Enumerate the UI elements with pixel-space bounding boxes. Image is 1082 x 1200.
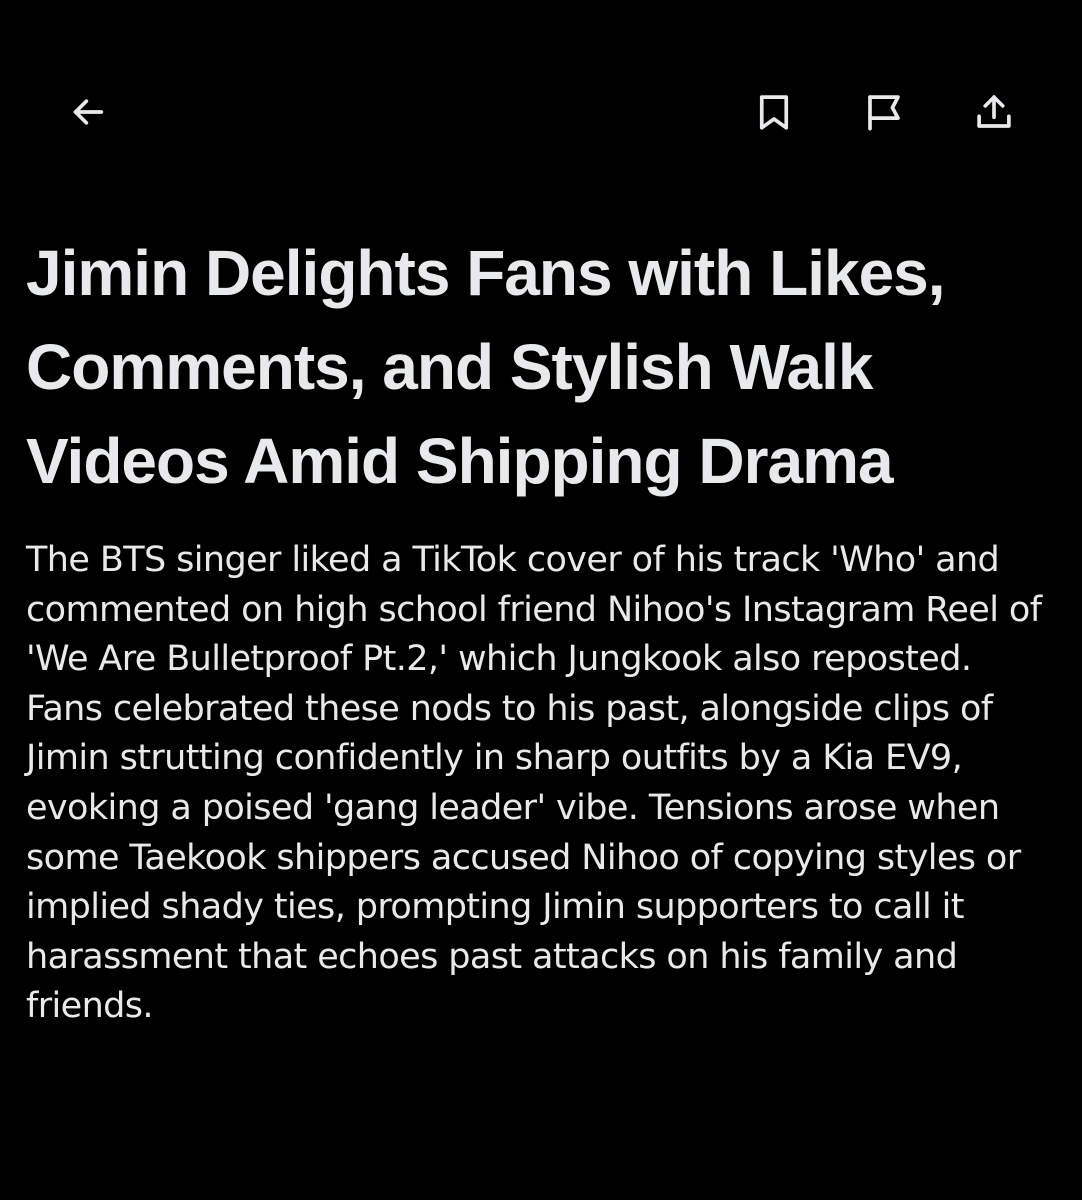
- share-icon: [977, 95, 1011, 128]
- top-toolbar: [0, 0, 1082, 200]
- article-summary: The BTS singer liked a TikTok cover of h…: [26, 540, 1042, 1027]
- bookmark-button[interactable]: [742, 80, 806, 144]
- article-card: Jimin Delights Fans with Likes, Comments…: [26, 226, 1056, 1032]
- article-headline: Jimin Delights Fans with Likes, Comments…: [26, 237, 946, 497]
- bookmark-icon: [759, 95, 789, 130]
- back-button[interactable]: [56, 80, 120, 144]
- arrow-left-icon: [73, 99, 104, 125]
- report-button[interactable]: [852, 80, 916, 144]
- share-button[interactable]: [962, 80, 1026, 144]
- flag-icon: [868, 95, 900, 131]
